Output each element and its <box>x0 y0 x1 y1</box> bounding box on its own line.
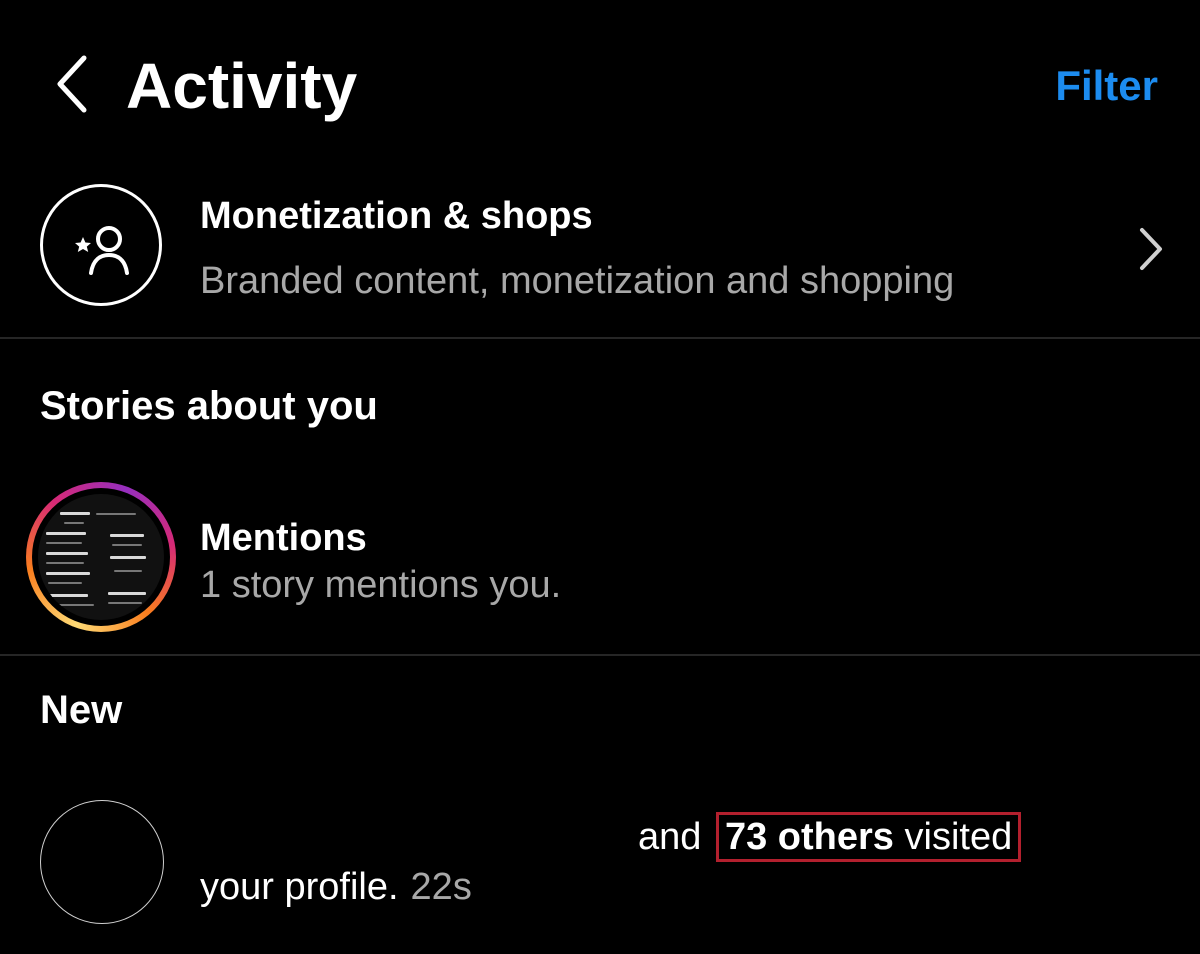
page-title: Activity <box>126 50 358 122</box>
notification-text-line1: and 73 others visited <box>638 812 1022 862</box>
monetization-title: Monetization & shops <box>200 195 593 237</box>
section-divider <box>0 337 1200 339</box>
chevron-left-icon <box>57 55 87 113</box>
mentions-subtitle: 1 story mentions you. <box>200 564 562 606</box>
others-count: 73 others <box>724 816 894 858</box>
notification-prefix: and <box>638 816 702 858</box>
back-button[interactable] <box>48 52 98 116</box>
section-divider <box>0 654 1200 656</box>
story-thumbnail <box>26 482 176 632</box>
notification-action: visited <box>904 816 1013 858</box>
chevron-right-icon <box>1140 228 1162 270</box>
mentions-title: Mentions <box>200 517 367 559</box>
monetization-subtitle: Branded content, monetization and shoppi… <box>200 260 955 302</box>
monetization-shops-row[interactable]: Monetization & shops Branded content, mo… <box>0 176 1200 336</box>
notification-text-line2: your profile. 22s <box>200 862 472 912</box>
mentions-row[interactable]: Mentions 1 story mentions you. <box>0 478 1200 638</box>
avatar[interactable] <box>40 800 164 924</box>
profile-visit-notification[interactable]: and 73 others visited your profile. 22s <box>0 790 1200 940</box>
stories-about-you-heading: Stories about you <box>40 384 378 428</box>
star-person-icon <box>40 184 162 306</box>
others-count-highlight: 73 others visited <box>715 812 1022 862</box>
new-heading: New <box>40 688 123 732</box>
filter-button[interactable]: Filter <box>1055 58 1158 114</box>
notification-time: 22s <box>410 866 472 908</box>
notification-line2: your profile. <box>200 866 399 908</box>
